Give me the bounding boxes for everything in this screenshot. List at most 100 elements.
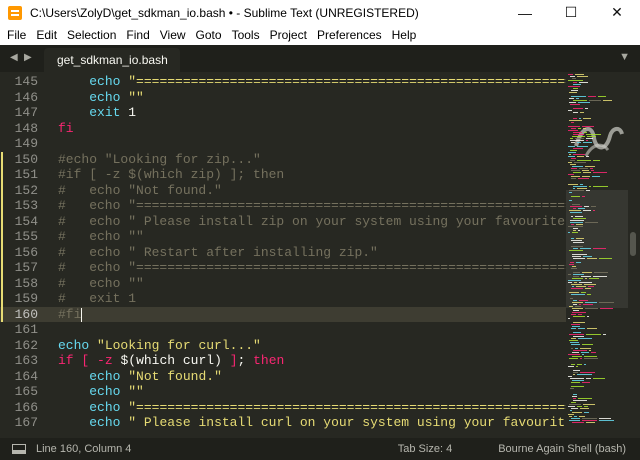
menu-preferences[interactable]: Preferences (312, 28, 387, 42)
code-line[interactable]: 164 echo "Not found." (0, 369, 566, 385)
code-line[interactable]: 150 #echo "Looking for zip..." (0, 152, 566, 168)
code-line[interactable]: 167 echo " Please install curl on your s… (0, 415, 566, 430)
code-line[interactable]: 146 echo "" (0, 90, 566, 106)
code-line[interactable]: 153 # echo "=============================… (0, 198, 566, 214)
code-token: echo (89, 415, 121, 430)
code-line[interactable]: 154 # echo " Please install zip on your s… (0, 214, 566, 230)
code-line[interactable]: 149 (0, 136, 566, 152)
menu-selection[interactable]: Selection (62, 28, 121, 42)
minimap-line (571, 364, 575, 365)
minimap-line (571, 176, 580, 177)
tab-left-arrow-icon[interactable]: ◀ (10, 52, 18, 63)
code-line[interactable]: 163 if [ -z $(which curl) ]; then (0, 353, 566, 369)
close-button[interactable]: ✕ (594, 0, 640, 25)
minimap-line (571, 402, 576, 403)
line-number: 157 (14, 260, 38, 275)
line-number: 146 (14, 89, 38, 105)
minimap-line (571, 382, 580, 383)
minimap-line (573, 310, 579, 311)
code-line[interactable]: 166 echo "==============================… (0, 400, 566, 416)
menu-project[interactable]: Project (265, 28, 312, 42)
code-text: # echo "" (58, 229, 144, 245)
minimap-line (571, 122, 574, 123)
code-line[interactable]: 151 #if [ -z $(which zip) ]; then (0, 167, 566, 183)
code-line[interactable]: 152 # echo "Not found." (0, 183, 566, 199)
cursor-position[interactable]: Line 160, Column 4 (36, 443, 398, 455)
tab-overflow-icon[interactable]: ▼ (619, 51, 630, 63)
line-number: 145 (14, 74, 38, 89)
code-token: ; (237, 353, 254, 368)
menu-file[interactable]: File (2, 28, 31, 42)
minimize-button[interactable]: — (502, 0, 548, 25)
code-line[interactable]: 147 exit 1 (0, 105, 566, 121)
code-line[interactable]: 160 #fi (0, 306, 566, 322)
minimap-line (582, 170, 589, 171)
code-text: # echo "================================… (58, 260, 566, 276)
code-line[interactable]: 148 fi (0, 121, 566, 137)
minimap-line (568, 226, 583, 227)
code-line[interactable]: 161 (0, 322, 566, 338)
menu-tools[interactable]: Tools (227, 28, 265, 42)
scrollbar-thumb[interactable] (630, 232, 636, 256)
modified-line-marker (1, 213, 3, 229)
minimap-line (569, 92, 577, 93)
menu-help[interactable]: Help (387, 28, 422, 42)
minimap-line (580, 184, 583, 185)
panel-toggle-icon[interactable] (12, 444, 26, 454)
minimap-line (573, 400, 587, 401)
code-text: #echo "Looking for zip..." (58, 152, 261, 168)
minimap-line (568, 406, 575, 407)
tab-label: get_sdkman_io.bash (57, 53, 168, 67)
minimap-line (586, 190, 590, 191)
vertical-scrollbar[interactable] (628, 72, 640, 430)
tab-get-sdkman-io[interactable]: get_sdkman_io.bash (44, 48, 180, 72)
modified-line-marker (1, 167, 3, 183)
minimap-line (571, 238, 574, 239)
code-line[interactable]: 159 # exit 1 (0, 291, 566, 307)
minimap-line (569, 416, 572, 417)
modified-line-marker (1, 229, 3, 245)
minimap-line (568, 152, 576, 153)
minimap-line (573, 374, 575, 375)
minimap[interactable] (566, 72, 628, 430)
minimap-line (586, 134, 601, 135)
minimap-line (569, 190, 584, 191)
menu-find[interactable]: Find (121, 28, 154, 42)
maximize-button[interactable]: ☐ (548, 0, 594, 25)
minimap-line (570, 220, 584, 221)
code-line[interactable]: 165 echo "" (0, 384, 566, 400)
line-number: 163 (14, 353, 38, 368)
minimap-line (578, 178, 589, 179)
minimap-line (571, 170, 580, 171)
minimap-line (573, 370, 580, 371)
minimap-line (571, 128, 576, 129)
code-line[interactable]: 157 # echo "=============================… (0, 260, 566, 276)
code-text: # echo "" (58, 276, 144, 292)
code-line[interactable]: 155 # echo "" (0, 229, 566, 245)
code-editor[interactable]: 145 echo "==============================… (0, 72, 566, 430)
minimap-line (588, 286, 594, 287)
code-line[interactable]: 158 # echo "" (0, 276, 566, 292)
minimap-line (594, 272, 608, 273)
minimap-line (599, 258, 612, 259)
horizontal-scrollbar[interactable] (0, 430, 640, 438)
minimap-line (568, 174, 574, 175)
minimap-line (582, 272, 592, 273)
menu-goto[interactable]: Goto (191, 28, 227, 42)
code-line[interactable]: 145 echo "==============================… (0, 74, 566, 90)
code-line[interactable]: 162 echo "Looking for curl..." (0, 338, 566, 354)
code-token: if (58, 353, 74, 368)
minimap-line (577, 160, 591, 161)
line-number: 151 (14, 167, 38, 182)
minimap-line (589, 100, 601, 101)
minimap-line (568, 282, 572, 283)
syntax-indicator[interactable]: Bourne Again Shell (bash) (498, 443, 626, 455)
tab-size-indicator[interactable]: Tab Size: 4 (398, 443, 452, 455)
minimap-line (573, 350, 587, 351)
code-line[interactable]: 156 # echo " Restart after installing zip… (0, 245, 566, 261)
modified-line-marker (1, 260, 3, 276)
menu-edit[interactable]: Edit (31, 28, 62, 42)
minimap-line (589, 278, 599, 279)
menu-view[interactable]: View (155, 28, 191, 42)
tab-right-arrow-icon[interactable]: ▶ (24, 52, 32, 63)
